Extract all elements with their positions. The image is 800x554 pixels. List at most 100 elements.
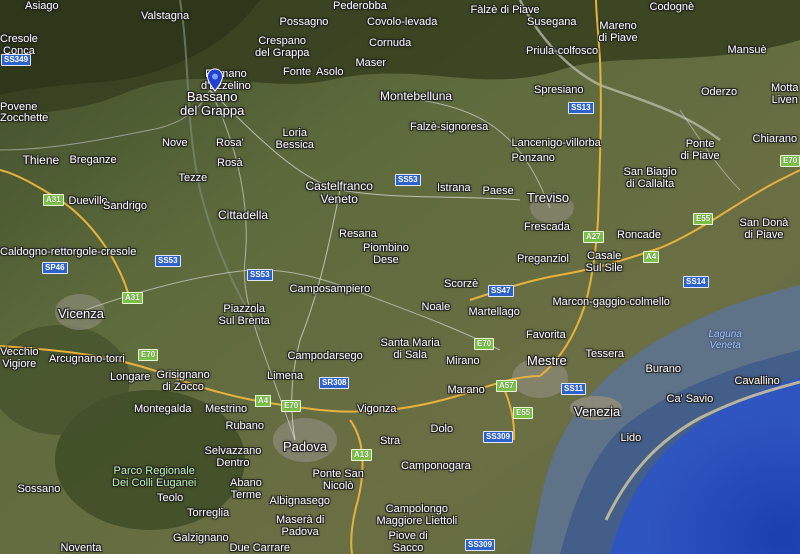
- place-label: Castelfranco Veneto: [305, 179, 373, 206]
- place-label: Selvazzano Dentro: [204, 445, 262, 469]
- place-label: Mirano: [446, 355, 480, 367]
- place-label: Breganze: [69, 154, 117, 166]
- road-shield: SS47: [488, 285, 514, 297]
- place-label: Caldogno-rettorgole-cresole: [0, 246, 137, 258]
- place-label: Cavallino: [734, 375, 780, 387]
- road-shield: E70: [138, 349, 159, 361]
- place-label: Frescada: [524, 221, 570, 233]
- road-shield: E70: [281, 400, 302, 412]
- place-label: Cittadella: [218, 207, 269, 222]
- place-label: Loria Bessica: [275, 127, 315, 151]
- place-label: Thiene: [22, 152, 60, 167]
- road-shield: SS14: [683, 276, 709, 288]
- place-label: Venezia: [574, 404, 621, 419]
- place-label: Rosa': [216, 137, 244, 149]
- road-shield: SS349: [1, 54, 32, 66]
- place-label: Torreglia: [187, 507, 230, 519]
- place-label: Treviso: [527, 190, 570, 205]
- road-shield: A27: [583, 231, 604, 243]
- place-label: Abano Terme: [230, 477, 262, 501]
- place-label: Codognè: [649, 1, 695, 13]
- place-label: Marano: [447, 384, 485, 396]
- place-label: Parco Regionale Dei Colli Euganei: [112, 465, 197, 489]
- place-label: Lido: [620, 432, 642, 444]
- road-shield: SS13: [568, 102, 594, 114]
- place-label: Campolongo Maggiore Liettoli: [376, 503, 458, 527]
- location-pin-icon[interactable]: [206, 68, 224, 92]
- place-label: Grisignano di Zocco: [156, 369, 210, 393]
- place-label: Laguna Veneta: [708, 329, 742, 351]
- place-label: Favorita: [526, 329, 566, 341]
- place-label: Mestre: [527, 353, 567, 368]
- road-shield: SS53: [395, 174, 421, 186]
- road-shield: E70: [474, 338, 495, 350]
- road-shield: SS11: [561, 383, 587, 395]
- place-label: Susegana: [527, 16, 577, 28]
- place-label: Istrana: [437, 182, 471, 194]
- place-label: Asiago: [25, 0, 59, 12]
- place-label: Ponte di Piave: [680, 138, 720, 162]
- satellite-map[interactable]: Asiago Valstagna Pederobba Fàlzè di Piave Co…: [0, 0, 800, 554]
- place-label: Chiarano: [752, 133, 798, 145]
- road-shield: E55: [513, 407, 534, 419]
- place-label: Vicenza: [58, 306, 105, 321]
- place-label: Mestrino: [205, 403, 248, 415]
- place-label: Galzignano: [173, 532, 229, 544]
- place-label: Albignasego: [269, 495, 331, 507]
- place-label: Crespano del Grappa: [255, 35, 310, 59]
- place-label: Rosà: [217, 157, 243, 169]
- place-label: Mareno di Piave: [598, 20, 638, 44]
- road-shield: A13: [351, 449, 372, 461]
- place-label: Longare: [110, 371, 151, 383]
- place-label: Preganziol: [517, 253, 569, 265]
- place-label: Covolo-levada: [367, 16, 438, 28]
- place-label: Ponte San Nicolò: [312, 468, 364, 492]
- place-label: Padova: [283, 439, 328, 454]
- road-shield: SS309: [465, 539, 496, 551]
- place-label: Sandrigo: [103, 200, 148, 212]
- place-label: Casale Sul Sile: [585, 250, 623, 274]
- place-label: Camponogara: [401, 460, 471, 472]
- place-label: Ca' Savio: [666, 393, 714, 405]
- place-label: Tezze: [178, 172, 208, 184]
- place-label: Limena: [267, 370, 304, 382]
- place-label: Dueville: [68, 195, 108, 207]
- place-label: Possagno: [279, 16, 329, 28]
- place-label: Teolo: [157, 492, 184, 504]
- place-label: Nove: [162, 137, 188, 149]
- place-label: Falzè-signoresa: [410, 121, 489, 133]
- place-label: Piazzola Sul Brenta: [218, 303, 270, 327]
- place-label: Pederobba: [333, 0, 387, 12]
- place-label: Piove di Sacco: [388, 530, 428, 554]
- place-label: Paese: [482, 185, 514, 197]
- road-shield: A31: [43, 194, 64, 206]
- place-label: Priula-colfosco: [526, 45, 599, 57]
- place-label: Maser: [355, 57, 387, 69]
- place-label: Vecchio Vigiore: [0, 346, 39, 370]
- place-label: Camposampiero: [289, 283, 371, 295]
- place-label: Rubano: [225, 420, 265, 432]
- place-label: San Donà di Piave: [739, 217, 789, 241]
- place-label: San Biagio di Callalta: [623, 166, 677, 190]
- place-label: Piombino Dese: [363, 242, 409, 266]
- place-label: Santa Maria di Sala: [380, 337, 440, 361]
- road-shield: A4: [255, 395, 272, 407]
- place-label: Cornuda: [369, 37, 412, 49]
- place-label: Resana: [339, 228, 377, 240]
- place-label: Ponzano: [511, 152, 555, 164]
- place-label: Motta Liven: [771, 82, 799, 106]
- place-label: Vigonza: [357, 403, 397, 415]
- road-shield: A4: [643, 251, 660, 263]
- road-shield: SP46: [42, 262, 68, 274]
- place-label: Tessera: [585, 348, 625, 360]
- place-label: Scorzè: [444, 278, 479, 290]
- place-label: Burano: [645, 363, 681, 375]
- place-label: Martellago: [468, 306, 520, 318]
- road-shield: SR308: [319, 377, 350, 389]
- place-label: Bassano del Grappa: [180, 89, 245, 118]
- place-label: Zocchette: [0, 112, 49, 124]
- road-shield: E70: [780, 155, 800, 167]
- road-shield: A31: [122, 292, 143, 304]
- place-label: Montegalda: [134, 403, 192, 415]
- place-label: Dolo: [430, 423, 454, 435]
